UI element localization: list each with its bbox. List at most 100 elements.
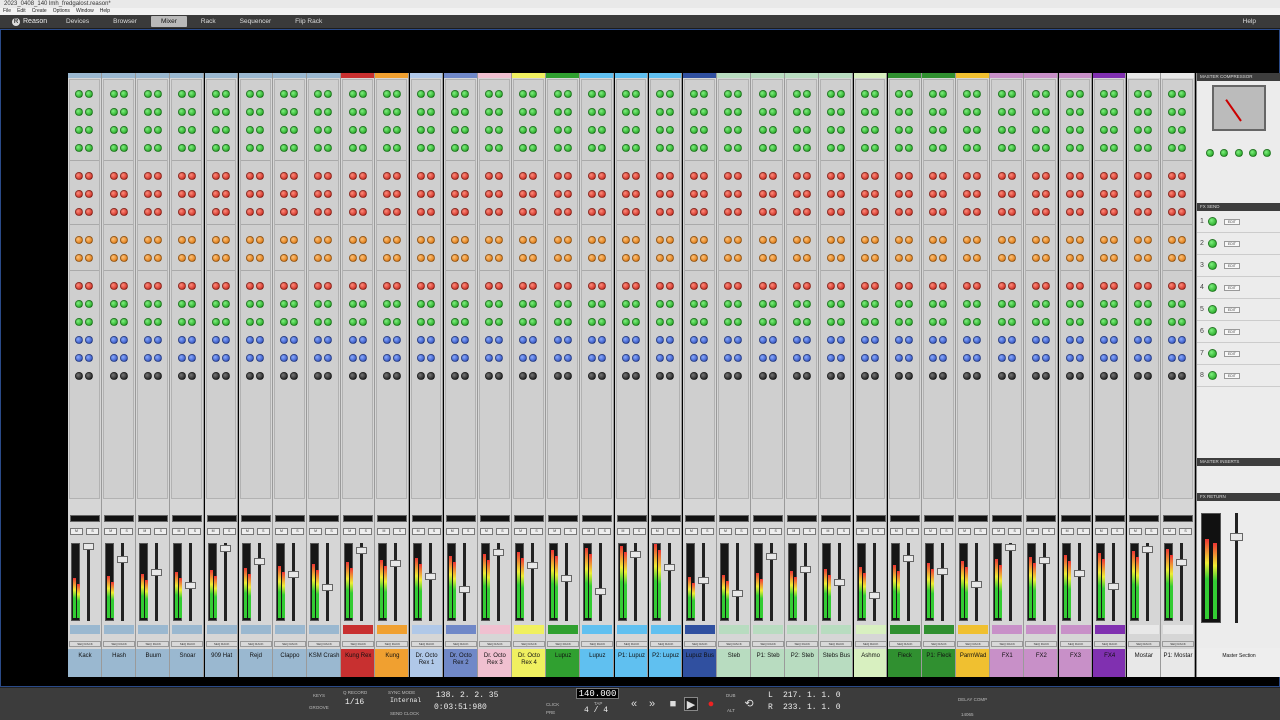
channel-knob[interactable] bbox=[836, 208, 845, 216]
channel-knob[interactable] bbox=[109, 282, 118, 290]
send-selector[interactable] bbox=[411, 515, 442, 522]
channel-knob[interactable] bbox=[495, 282, 504, 290]
channel-knob[interactable] bbox=[382, 336, 391, 344]
channel-knob[interactable] bbox=[690, 282, 699, 290]
channel-knob[interactable] bbox=[1031, 300, 1040, 308]
channel-name[interactable]: P1: Mostar bbox=[1161, 649, 1194, 677]
channel-knob[interactable] bbox=[700, 254, 709, 262]
play-icon[interactable]: ▶ bbox=[684, 697, 698, 711]
channel-knob[interactable] bbox=[802, 354, 811, 362]
channel-knob[interactable] bbox=[119, 108, 128, 116]
channel-knob[interactable] bbox=[314, 108, 323, 116]
channel-knob[interactable] bbox=[963, 236, 972, 244]
channel-knob[interactable] bbox=[1031, 354, 1040, 362]
channel-knob[interactable] bbox=[597, 354, 606, 362]
mute-button[interactable]: M bbox=[274, 528, 288, 535]
channel-knob[interactable] bbox=[621, 254, 630, 262]
channel-knob[interactable] bbox=[153, 318, 162, 326]
time-signature[interactable]: 4 / 4 bbox=[584, 706, 608, 715]
channel-knob[interactable] bbox=[1110, 90, 1119, 98]
send-selector[interactable] bbox=[206, 515, 237, 522]
channel-knob[interactable] bbox=[416, 300, 425, 308]
channel-knob[interactable] bbox=[529, 300, 538, 308]
channel-knob[interactable] bbox=[768, 354, 777, 362]
channel-knob[interactable] bbox=[700, 282, 709, 290]
send-selector[interactable] bbox=[343, 515, 374, 522]
channel-knob[interactable] bbox=[314, 90, 323, 98]
channel-knob[interactable] bbox=[222, 282, 231, 290]
channel-knob[interactable] bbox=[451, 172, 460, 180]
channel-knob[interactable] bbox=[1031, 208, 1040, 216]
channel-knob[interactable] bbox=[495, 90, 504, 98]
channel-knob[interactable] bbox=[212, 172, 221, 180]
fader-track[interactable] bbox=[1180, 543, 1183, 621]
channel-knob[interactable] bbox=[461, 300, 470, 308]
send-selector[interactable] bbox=[240, 515, 271, 522]
channel-knob[interactable] bbox=[1100, 336, 1109, 344]
channel-knob[interactable] bbox=[870, 282, 879, 290]
channel-knob[interactable] bbox=[1168, 108, 1177, 116]
channel-knob[interactable] bbox=[1134, 90, 1143, 98]
channel-knob[interactable] bbox=[290, 236, 299, 244]
channel-knob[interactable] bbox=[519, 336, 528, 344]
channel-knob[interactable] bbox=[382, 90, 391, 98]
channel-knob[interactable] bbox=[597, 336, 606, 344]
channel-knob[interactable] bbox=[1100, 372, 1109, 380]
channel-knob[interactable] bbox=[426, 172, 435, 180]
channel-knob[interactable] bbox=[256, 208, 265, 216]
channel-knob[interactable] bbox=[451, 354, 460, 362]
channel-knob[interactable] bbox=[290, 208, 299, 216]
channel-knob[interactable] bbox=[1065, 354, 1074, 362]
channel-knob[interactable] bbox=[802, 208, 811, 216]
channel-knob[interactable] bbox=[222, 336, 231, 344]
channel-knob[interactable] bbox=[153, 172, 162, 180]
mute-button[interactable]: M bbox=[309, 528, 323, 535]
channel-knob[interactable] bbox=[997, 108, 1006, 116]
mute-button[interactable]: M bbox=[923, 528, 937, 535]
channel-knob[interactable] bbox=[85, 108, 94, 116]
channel-knob[interactable] bbox=[587, 172, 596, 180]
channel-knob[interactable] bbox=[358, 108, 367, 116]
channel-knob[interactable] bbox=[1007, 372, 1016, 380]
channel-knob[interactable] bbox=[416, 172, 425, 180]
channel-knob[interactable] bbox=[597, 318, 606, 326]
channel-knob[interactable] bbox=[666, 354, 675, 362]
seq-rack-buttons[interactable]: SEQ RACK bbox=[922, 641, 955, 647]
channel-knob[interactable] bbox=[1100, 144, 1109, 152]
channel-knob[interactable] bbox=[1144, 372, 1153, 380]
channel-name[interactable]: FX4 bbox=[1092, 649, 1126, 677]
channel-knob[interactable] bbox=[519, 236, 528, 244]
channel-knob[interactable] bbox=[758, 300, 767, 308]
channel-knob[interactable] bbox=[929, 208, 938, 216]
channel-knob[interactable] bbox=[416, 108, 425, 116]
channel-knob[interactable] bbox=[939, 108, 948, 116]
channel-knob[interactable] bbox=[119, 354, 128, 362]
send-selector[interactable] bbox=[889, 515, 920, 522]
channel-knob[interactable] bbox=[666, 208, 675, 216]
channel-knob[interactable] bbox=[187, 354, 196, 362]
channel-knob[interactable] bbox=[1178, 126, 1187, 134]
channel-knob[interactable] bbox=[495, 236, 504, 244]
channel-knob[interactable] bbox=[348, 254, 357, 262]
channel-knob[interactable] bbox=[563, 144, 572, 152]
channel-knob[interactable] bbox=[451, 236, 460, 244]
channel-knob[interactable] bbox=[382, 190, 391, 198]
channel-knob[interactable] bbox=[621, 354, 630, 362]
channel-knob[interactable] bbox=[119, 372, 128, 380]
fader-track[interactable] bbox=[326, 543, 330, 621]
channel-knob[interactable] bbox=[485, 236, 494, 244]
channel-knob[interactable] bbox=[768, 236, 777, 244]
channel-knob[interactable] bbox=[177, 208, 186, 216]
channel-knob[interactable] bbox=[280, 354, 289, 362]
channel-knob[interactable] bbox=[348, 372, 357, 380]
channel-knob[interactable] bbox=[1178, 300, 1187, 308]
channel-knob[interactable] bbox=[792, 318, 801, 326]
channel-knob[interactable] bbox=[768, 208, 777, 216]
channel-knob[interactable] bbox=[929, 282, 938, 290]
channel-knob[interactable] bbox=[870, 190, 879, 198]
channel-knob[interactable] bbox=[1041, 336, 1050, 344]
channel-knob[interactable] bbox=[631, 372, 640, 380]
channel-knob[interactable] bbox=[997, 354, 1006, 362]
channel-knob[interactable] bbox=[1168, 172, 1177, 180]
channel-knob[interactable] bbox=[1065, 318, 1074, 326]
